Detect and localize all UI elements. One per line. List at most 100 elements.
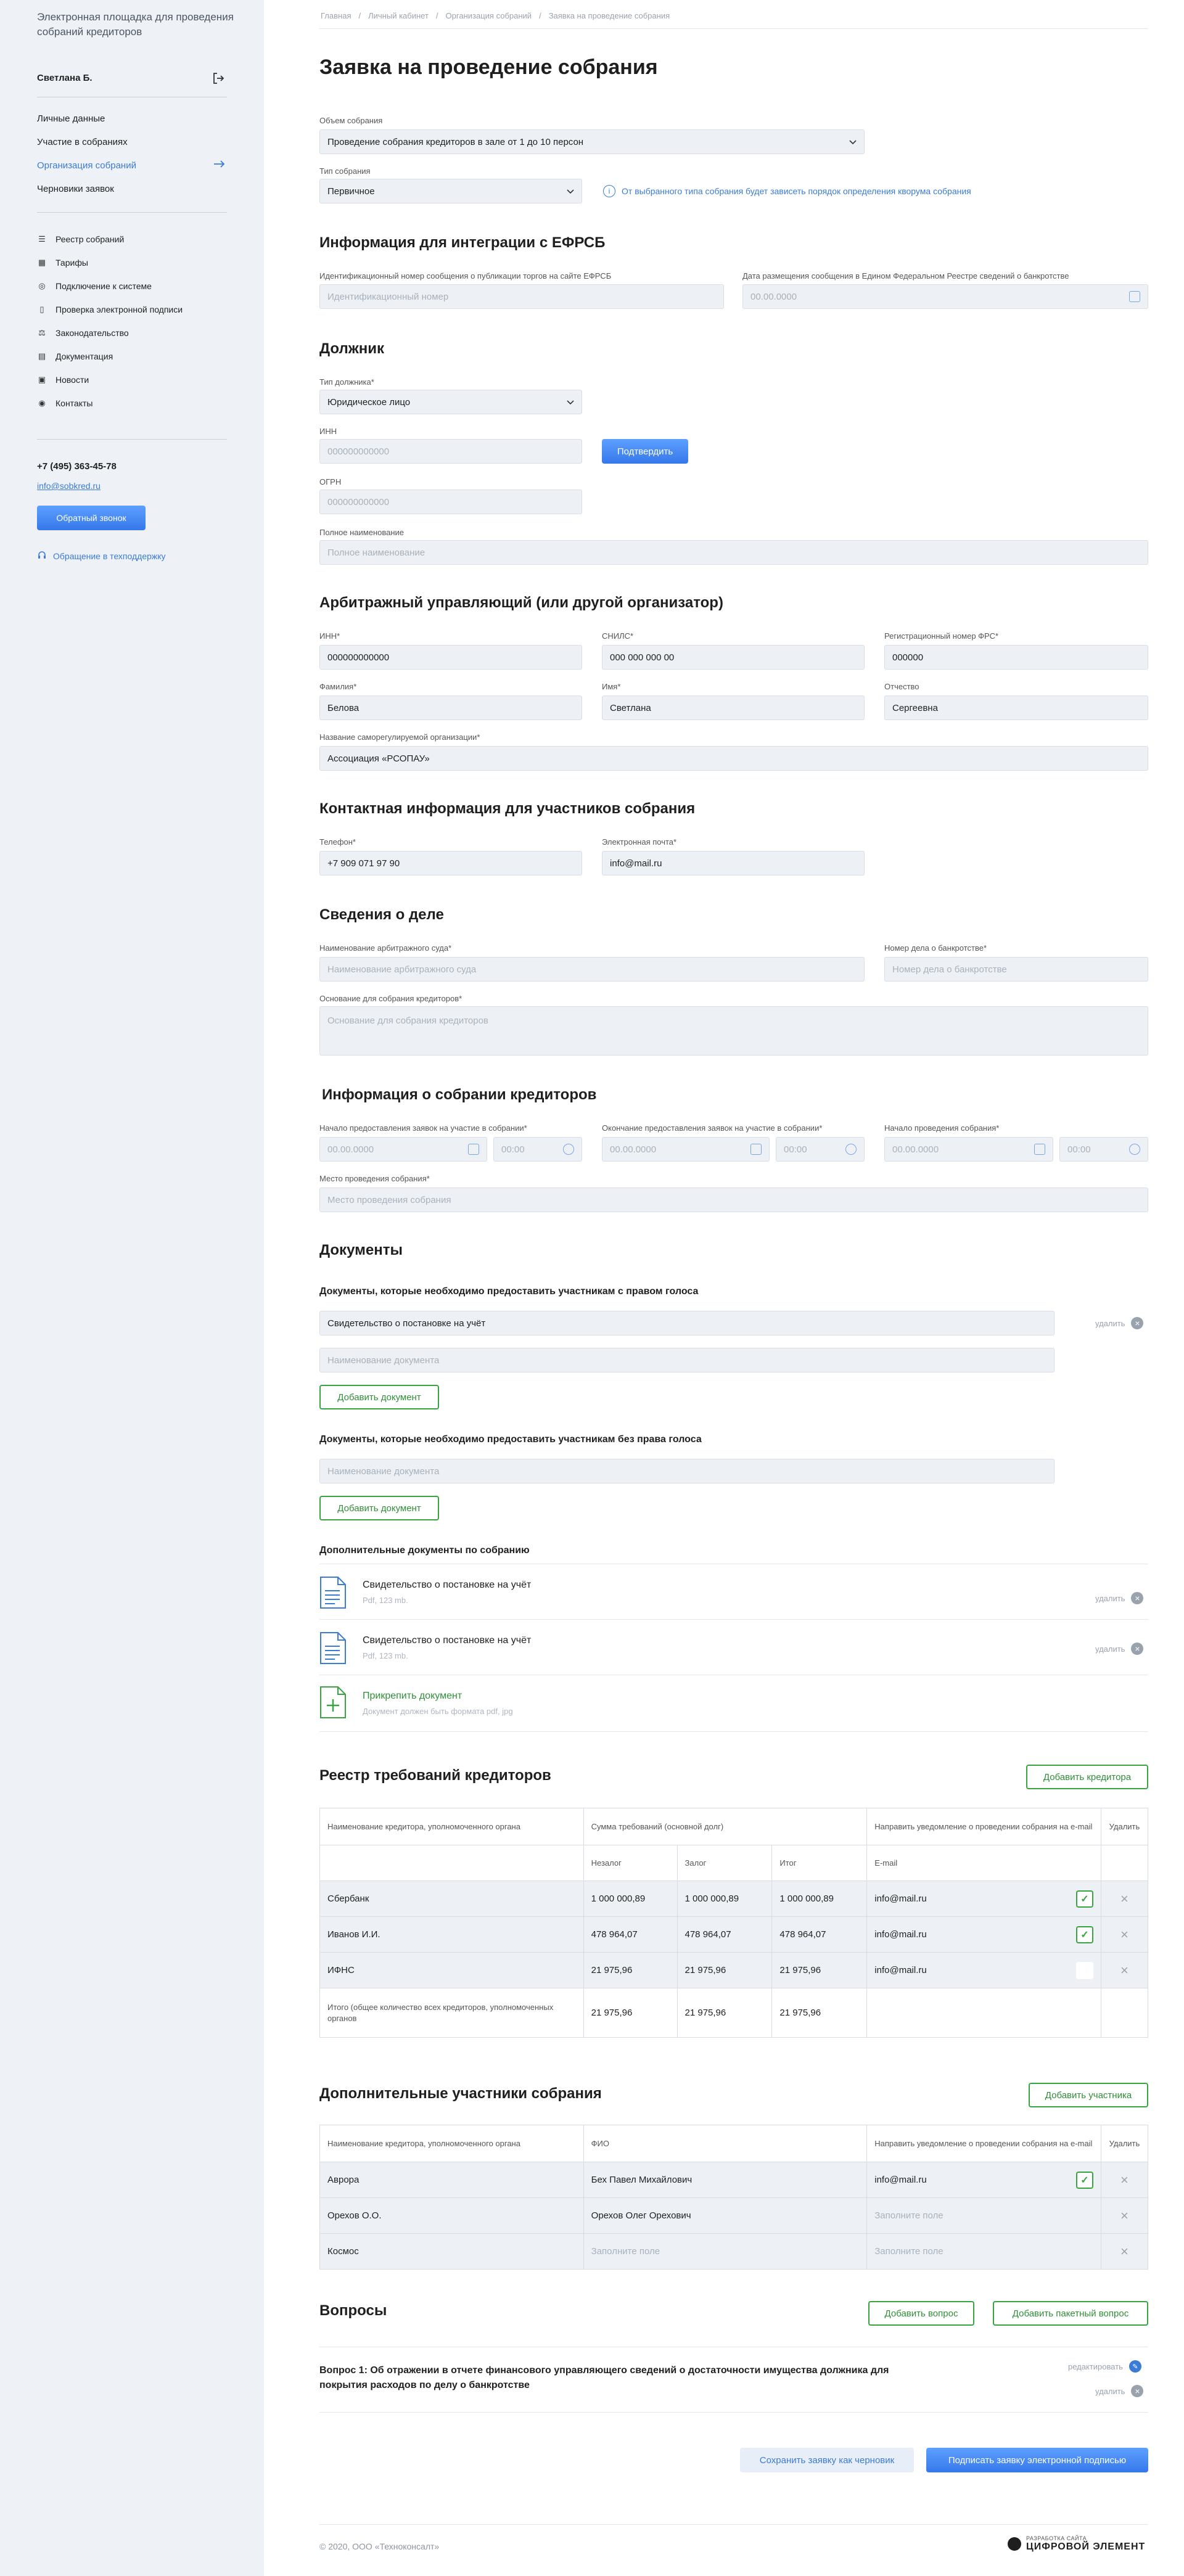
delete-file[interactable]: удалить × xyxy=(1095,1592,1144,1604)
amount-unsecured[interactable]: 1 000 000,89 xyxy=(583,1881,678,1917)
sub-nav-signature[interactable]: ▯ Проверка электронной подписи xyxy=(37,305,183,314)
debtor-fullname-input[interactable]: Полное наименование xyxy=(319,540,1148,565)
delete-row-icon[interactable]: × xyxy=(1100,1916,1149,1953)
manager-middlename-input[interactable]: Сергеевна xyxy=(884,695,1148,720)
clock-icon[interactable] xyxy=(563,1144,574,1155)
nav-drafts[interactable]: Черновики заявок xyxy=(37,184,114,194)
calendar-icon[interactable] xyxy=(468,1144,479,1155)
participant-email[interactable]: Заполните поле xyxy=(866,2233,1101,2270)
breadcrumb-home[interactable]: Главная xyxy=(321,11,351,20)
logout-icon[interactable] xyxy=(212,72,225,85)
clock-icon[interactable] xyxy=(845,1144,857,1155)
creditor-email[interactable]: info@mail.ru xyxy=(874,1965,926,1975)
add-nonvoting-doc-button[interactable]: Добавить документ xyxy=(319,1496,439,1520)
nav-participation[interactable]: Участие в собраниях xyxy=(37,137,128,147)
delete-voting-doc[interactable]: удалить × xyxy=(1095,1317,1144,1329)
start-date-input[interactable]: 00.00.0000 xyxy=(319,1137,487,1162)
efrsb-id-input[interactable]: Идентификационный номер xyxy=(319,284,724,309)
contact-email-input[interactable]: info@mail.ru xyxy=(602,851,865,876)
start-time-input[interactable]: 00:00 xyxy=(493,1137,582,1162)
delete-question[interactable]: удалить × xyxy=(1095,2385,1144,2397)
manager-reg-input[interactable]: 000000 xyxy=(884,645,1148,670)
creditor-email[interactable]: info@mail.ru xyxy=(874,1929,926,1940)
creditor-name[interactable]: Сбербанк xyxy=(319,1881,584,1917)
voting-doc-new-input[interactable]: Наименование документа xyxy=(319,1348,1054,1372)
callback-button[interactable]: Обратный звонок xyxy=(37,506,146,530)
participant-email[interactable]: Заполните поле xyxy=(866,2197,1101,2234)
calendar-icon[interactable] xyxy=(1034,1144,1045,1155)
voting-doc-input[interactable]: Свидетельство о постановке на учёт xyxy=(319,1311,1054,1335)
amount-secured[interactable]: 478 964,07 xyxy=(676,1916,773,1953)
manager-sro-input[interactable]: Ассоциация «РСОПАУ» xyxy=(319,746,1148,771)
delete-row-icon[interactable]: × xyxy=(1100,2233,1149,2270)
end-time-input[interactable]: 00:00 xyxy=(776,1137,865,1162)
nav-personal[interactable]: Личные данные xyxy=(37,113,105,124)
add-creditor-button[interactable]: Добавить кредитора xyxy=(1026,1765,1148,1789)
breadcrumb-organization[interactable]: Организация собраний xyxy=(446,11,532,20)
sub-nav-contacts[interactable]: ◉ Контакты xyxy=(37,398,92,408)
nav-organization[interactable]: Организация собраний xyxy=(37,160,136,171)
debtor-inn-input[interactable]: 000000000000 xyxy=(319,439,582,464)
amount-unsecured[interactable]: 21 975,96 xyxy=(583,1952,678,1988)
amount-unsecured[interactable]: 478 964,07 xyxy=(583,1916,678,1953)
calendar-icon[interactable] xyxy=(750,1144,762,1155)
file-name[interactable]: Свидетельство о постановке на учёт xyxy=(363,1580,531,1591)
add-voting-doc-button[interactable]: Добавить документ xyxy=(319,1385,439,1409)
manager-snils-input[interactable]: 000 000 000 00 xyxy=(602,645,865,670)
volume-select[interactable]: Проведение собрания кредиторов в зале от… xyxy=(319,129,865,154)
sub-nav-law[interactable]: ⚖ Законодательство xyxy=(37,328,129,338)
attach-document-link[interactable]: Прикрепить документ xyxy=(363,1691,462,1702)
end-date-input[interactable]: 00.00.0000 xyxy=(602,1137,770,1162)
save-draft-button[interactable]: Сохранить заявку как черновик xyxy=(740,2448,914,2472)
debtor-ogrn-input[interactable]: 000000000000 xyxy=(319,490,582,514)
breadcrumb-cabinet[interactable]: Личный кабинет xyxy=(368,11,429,20)
sub-nav-registry[interactable]: ☰ Реестр собраний xyxy=(37,234,124,244)
participant-fio[interactable]: Орехов Олег Орехович xyxy=(583,2197,868,2234)
developer-logo[interactable]: РАЗРАБОТКА САЙТА ЦИФРОВОЙ ЭЛЕМЕНТ xyxy=(1008,2535,1145,2553)
place-input[interactable]: Место проведения собрания xyxy=(319,1188,1148,1212)
delete-file[interactable]: удалить × xyxy=(1095,1643,1144,1655)
notify-checkbox[interactable]: ✓ xyxy=(1075,1926,1093,1943)
attach-icon[interactable] xyxy=(319,1686,347,1721)
creditor-name[interactable]: Иванов И.И. xyxy=(319,1916,584,1953)
amount-secured[interactable]: 1 000 000,89 xyxy=(676,1881,773,1917)
meet-date-input[interactable]: 00.00.0000 xyxy=(884,1137,1053,1162)
creditor-email[interactable]: info@mail.ru xyxy=(874,1893,926,1904)
participant-fio[interactable]: Бех Павел Михайлович xyxy=(583,2162,868,2198)
notify-checkbox[interactable] xyxy=(1075,1961,1093,1979)
confirm-button[interactable]: Подтвердить xyxy=(602,439,688,464)
type-select[interactable]: Первичное xyxy=(319,179,582,203)
manager-firstname-input[interactable]: Светлана xyxy=(602,695,865,720)
sign-button[interactable]: Подписать заявку электронной подписью xyxy=(926,2448,1148,2472)
participant-name[interactable]: Космос xyxy=(319,2233,584,2270)
creditor-name[interactable]: ИФНС xyxy=(319,1952,584,1988)
delete-row-icon[interactable]: × xyxy=(1100,1952,1149,1988)
clock-icon[interactable] xyxy=(1129,1144,1140,1155)
sub-nav-tariffs[interactable]: ▦ Тарифы xyxy=(37,258,88,268)
case-number-input[interactable]: Номер дела о банкротстве xyxy=(884,957,1148,982)
add-participant-button[interactable]: Добавить участника xyxy=(1029,2083,1148,2107)
basis-textarea[interactable]: Основание для собрания кредиторов xyxy=(319,1006,1148,1056)
amount-secured[interactable]: 21 975,96 xyxy=(676,1952,773,1988)
delete-row-icon[interactable]: × xyxy=(1100,1881,1149,1917)
add-question-button[interactable]: Добавить вопрос xyxy=(868,2301,974,2326)
file-name[interactable]: Свидетельство о постановке на учёт xyxy=(363,1635,531,1646)
delete-row-icon[interactable]: × xyxy=(1100,2197,1149,2234)
participant-name[interactable]: Орехов О.О. xyxy=(319,2197,584,2234)
manager-inn-input[interactable]: 000000000000 xyxy=(319,645,582,670)
edit-question[interactable]: редактировать ✎ xyxy=(1068,2360,1141,2373)
calendar-icon[interactable] xyxy=(1129,291,1140,302)
sub-nav-connect[interactable]: ◎ Подключение к системе xyxy=(37,281,152,291)
contact-phone-input[interactable]: +7 909 071 97 90 xyxy=(319,851,582,876)
site-brand[interactable]: Электронная площадка для проведения собр… xyxy=(37,10,234,39)
participant-fio[interactable]: Заполните поле xyxy=(583,2233,868,2270)
email-link[interactable]: info@sobkred.ru xyxy=(37,481,101,491)
meet-time-input[interactable]: 00:00 xyxy=(1059,1137,1148,1162)
support-link[interactable]: Обращение в техподдержку xyxy=(37,550,166,562)
sub-nav-news[interactable]: ▣ Новости xyxy=(37,375,89,385)
notify-checkbox[interactable]: ✓ xyxy=(1075,2171,1093,2189)
sub-nav-docs[interactable]: ▤ Документация xyxy=(37,351,113,361)
debtor-type-select[interactable]: Юридическое лицо xyxy=(319,390,582,414)
notify-checkbox[interactable]: ✓ xyxy=(1075,1890,1093,1908)
manager-lastname-input[interactable]: Белова xyxy=(319,695,582,720)
